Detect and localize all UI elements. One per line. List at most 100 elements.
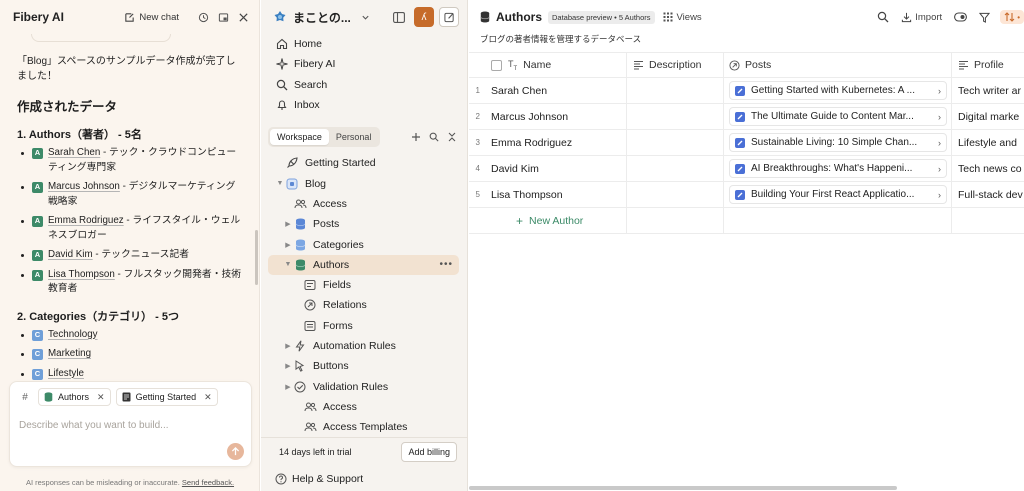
send-button[interactable] — [227, 443, 244, 460]
caret-right-icon[interactable]: ▶ — [283, 220, 293, 228]
user-avatar[interactable]: ʎ — [414, 7, 434, 27]
posts-cell[interactable]: The Ultimate Guide to Content Mar... › — [724, 104, 952, 129]
sidebar-item-search[interactable]: Search — [261, 75, 467, 95]
profile-cell[interactable]: Lifestyle and — [952, 130, 1024, 155]
profile-cell[interactable]: Full-stack dev — [952, 182, 1024, 207]
select-all-checkbox[interactable] — [491, 59, 502, 71]
tree-item-access[interactable]: Access — [261, 194, 467, 214]
page-title[interactable]: Authors — [496, 10, 542, 24]
table-row[interactable]: 1 Sarah Chen Getting Started with Kubernet… — [469, 78, 1024, 104]
views-button[interactable]: Views — [663, 12, 702, 23]
table-row[interactable]: 5 Lisa Thompson Building Your First React … — [469, 182, 1024, 208]
profile-cell[interactable]: Digital marke — [952, 104, 1024, 129]
tree-item-blog[interactable]: ▼ Blog — [261, 173, 467, 193]
author-link[interactable]: Lisa Thompson — [48, 269, 115, 280]
name-cell[interactable]: 3 Emma Rodriguez — [469, 130, 627, 155]
ai-scrollbar[interactable] — [255, 230, 258, 285]
horizontal-scrollbar[interactable] — [469, 486, 897, 490]
caret-right-icon[interactable]: ▶ — [283, 342, 293, 350]
tree-item-getting-started[interactable]: Getting Started — [261, 153, 467, 173]
name-cell[interactable]: 2 Marcus Johnson — [469, 104, 627, 129]
category-link[interactable]: Marketing — [48, 347, 91, 362]
tree-item-validation-rules[interactable]: ▶ Validation Rules — [261, 376, 467, 396]
caret-down-icon[interactable]: ▼ — [283, 261, 293, 268]
chevron-right-icon[interactable]: › — [938, 112, 941, 122]
tree-item-access-templates[interactable]: Access Templates — [261, 417, 467, 437]
workspace-name[interactable]: まことの... — [293, 9, 351, 26]
caret-right-icon[interactable]: ▶ — [283, 362, 293, 370]
toggle-icon[interactable] — [954, 12, 968, 22]
chevron-right-icon[interactable]: › — [938, 164, 941, 174]
history-icon[interactable] — [198, 12, 209, 23]
tree-item-automation-rules[interactable]: ▶ Automation Rules — [261, 336, 467, 356]
ai-input-box[interactable]: # Authors ✕ Getting Started ✕ Describe w… — [9, 381, 252, 467]
filter-icon[interactable] — [979, 12, 991, 23]
author-link[interactable]: Emma Rodriguez — [48, 215, 124, 226]
column-header-description[interactable]: Description — [627, 53, 724, 77]
chevron-right-icon[interactable]: › — [938, 138, 941, 148]
help-support-link[interactable]: Help & Support — [275, 473, 363, 485]
popout-icon[interactable] — [218, 12, 229, 23]
table-row[interactable]: 2 Marcus Johnson The Ultimate Guide to Con… — [469, 104, 1024, 130]
remove-chip-icon[interactable]: ✕ — [204, 392, 212, 403]
send-feedback-link[interactable]: Send feedback. — [182, 478, 234, 487]
table-row[interactable]: 3 Emma Rodriguez Sustainable Living: 10 Si… — [469, 130, 1024, 156]
author-link[interactable]: Marcus Johnson — [48, 181, 120, 192]
description-cell[interactable] — [627, 156, 724, 181]
table-row[interactable]: 4 David Kim AI Breakthroughs: What's Happe… — [469, 156, 1024, 182]
author-link[interactable]: David Kim — [48, 249, 93, 260]
ai-prompt-input[interactable]: Describe what you want to build... — [19, 420, 169, 431]
author-link[interactable]: Sarah Chen — [48, 147, 100, 158]
column-header-posts[interactable]: Posts — [724, 53, 952, 77]
post-relation-chip[interactable]: AI Breakthroughs: What's Happeni... › — [729, 159, 947, 178]
tree-item-relations[interactable]: Relations — [261, 295, 467, 315]
new-page-button[interactable] — [439, 7, 459, 27]
tree-item-categories[interactable]: ▶ Categories — [261, 234, 467, 254]
description-cell[interactable] — [627, 78, 724, 103]
posts-cell[interactable]: Getting Started with Kubernetes: A ... › — [724, 78, 952, 103]
new-chat-button[interactable]: New chat — [124, 12, 179, 23]
search-icon[interactable] — [877, 11, 889, 23]
collapse-icon[interactable] — [447, 132, 457, 142]
caret-down-icon[interactable]: ▼ — [275, 180, 285, 187]
close-icon[interactable] — [238, 12, 249, 23]
toggle-sidebar-button[interactable] — [389, 7, 409, 27]
tab-personal[interactable]: Personal — [329, 129, 379, 145]
add-context-button[interactable]: # — [17, 389, 33, 405]
more-options-icon[interactable]: ••• — [439, 259, 453, 270]
post-relation-chip[interactable]: Sustainable Living: 10 Simple Chan... › — [729, 133, 947, 152]
tree-item-posts[interactable]: ▶ Posts — [261, 214, 467, 234]
chevron-right-icon[interactable]: › — [938, 86, 941, 96]
posts-cell[interactable]: Sustainable Living: 10 Simple Chan... › — [724, 130, 952, 155]
add-icon[interactable] — [411, 132, 421, 142]
chevron-right-icon[interactable]: › — [938, 190, 941, 200]
sidebar-item-home[interactable]: Home — [261, 34, 467, 54]
ai-chat-messages[interactable]: 「Blog」スペースのサンプルデータ作成が完了しました！ 作成されたデータ 1.… — [0, 34, 258, 380]
tree-item-authors-access[interactable]: Access — [261, 397, 467, 417]
category-link[interactable]: Technology — [48, 328, 98, 343]
profile-cell[interactable]: Tech news co — [952, 156, 1024, 181]
name-cell[interactable]: 4 David Kim — [469, 156, 627, 181]
sidebar-item-inbox[interactable]: Inbox — [261, 95, 467, 115]
caret-right-icon[interactable]: ▶ — [283, 241, 293, 249]
caret-right-icon[interactable]: ▶ — [283, 383, 293, 391]
column-header-name[interactable]: TT Name — [469, 53, 627, 77]
name-cell[interactable]: 1 Sarah Chen — [469, 78, 627, 103]
search-icon[interactable] — [429, 132, 439, 142]
tree-item-buttons[interactable]: ▶ Buttons — [261, 356, 467, 376]
name-cell[interactable]: 5 Lisa Thompson — [469, 182, 627, 207]
context-chip-authors[interactable]: Authors ✕ — [38, 388, 111, 406]
remove-chip-icon[interactable]: ✕ — [97, 392, 105, 403]
tab-workspace[interactable]: Workspace — [270, 129, 329, 146]
post-relation-chip[interactable]: Getting Started with Kubernetes: A ... › — [729, 81, 947, 100]
tree-item-fields[interactable]: Fields — [261, 275, 467, 295]
tree-item-authors[interactable]: ▼ Authors ••• — [268, 254, 459, 275]
post-relation-chip[interactable]: Building Your First React Applicatio... › — [729, 185, 947, 204]
description-cell[interactable] — [627, 104, 724, 129]
posts-cell[interactable]: AI Breakthroughs: What's Happeni... › — [724, 156, 952, 181]
description-cell[interactable] — [627, 182, 724, 207]
context-chip-getting-started[interactable]: Getting Started ✕ — [115, 388, 218, 406]
profile-cell[interactable]: Tech writer ar — [952, 78, 1024, 103]
sidebar-item-fibery-ai[interactable]: Fibery AI — [261, 54, 467, 74]
chevron-down-icon[interactable] — [361, 13, 370, 22]
